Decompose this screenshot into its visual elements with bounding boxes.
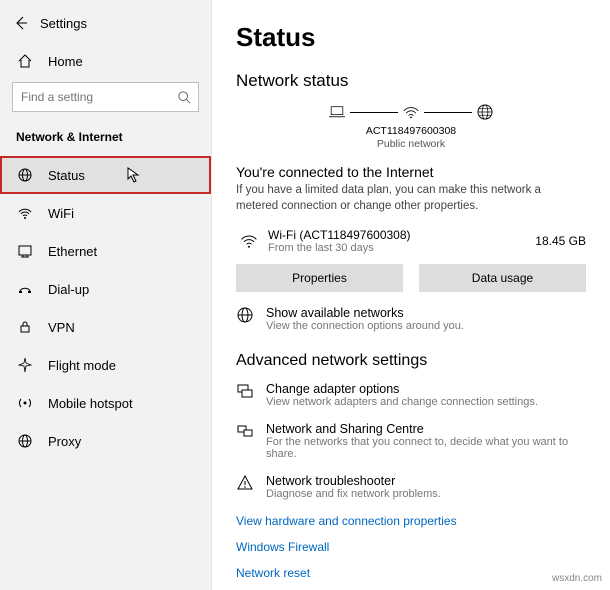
search-wrap	[12, 82, 199, 112]
app-title: Settings	[40, 16, 87, 31]
wifi-icon	[16, 204, 34, 222]
ethernet-icon	[16, 242, 34, 260]
sidebar-item-flightmode[interactable]: Flight mode	[0, 346, 211, 384]
home-label: Home	[48, 54, 83, 69]
sidebar-item-label: Dial-up	[48, 282, 89, 297]
sidebar-item-status[interactable]: Status	[0, 156, 211, 194]
link-hardware-props[interactable]: View hardware and connection properties	[236, 514, 586, 528]
adapter-options-entry[interactable]: Change adapter options View network adap…	[236, 382, 586, 408]
data-usage-button[interactable]: Data usage	[419, 264, 586, 292]
diagram-ssid: ACT118497600308	[236, 125, 586, 138]
laptop-icon	[328, 103, 346, 121]
entry-sub: View the connection options around you.	[266, 320, 464, 332]
sidebar-item-label: WiFi	[48, 206, 74, 221]
home-icon	[16, 52, 34, 70]
connection-row: Wi-Fi (ACT118497600308) From the last 30…	[236, 222, 586, 264]
entry-title: Change adapter options	[266, 382, 538, 396]
arrow-left-icon	[13, 15, 29, 31]
sidebar-item-label: Status	[48, 168, 85, 183]
sharing-icon	[236, 422, 254, 440]
entry-sub: For the networks that you connect to, de…	[266, 436, 586, 460]
wifi-icon	[240, 232, 258, 250]
globe-icon	[16, 166, 34, 184]
dialup-icon	[16, 280, 34, 298]
sidebar-item-dialup[interactable]: Dial-up	[0, 270, 211, 308]
connection-sub: From the last 30 days	[268, 242, 525, 254]
diagram-caption: ACT118497600308 Public network	[236, 125, 586, 150]
hotspot-icon	[16, 394, 34, 412]
link-firewall[interactable]: Windows Firewall	[236, 540, 586, 554]
connected-desc: If you have a limited data plan, you can…	[236, 183, 586, 214]
airplane-icon	[16, 356, 34, 374]
entry-title: Network and Sharing Centre	[266, 422, 586, 436]
sidebar-item-vpn[interactable]: VPN	[0, 308, 211, 346]
network-diagram	[236, 103, 586, 121]
sidebar-item-wifi[interactable]: WiFi	[0, 194, 211, 232]
sidebar-navlist: Status WiFi Ethernet Dial-up	[0, 156, 211, 460]
connected-heading: You're connected to the Internet	[236, 164, 586, 180]
diagram-line	[424, 112, 472, 113]
sidebar-item-hotspot[interactable]: Mobile hotspot	[0, 384, 211, 422]
titlebar: Settings	[0, 10, 211, 44]
entry-sub: Diagnose and fix network problems.	[266, 488, 441, 500]
watermark: wsxdn.com	[552, 573, 602, 584]
sharing-centre-entry[interactable]: Network and Sharing Centre For the netwo…	[236, 422, 586, 460]
show-networks-entry[interactable]: Show available networks View the connect…	[236, 306, 586, 332]
adapter-icon	[236, 382, 254, 400]
sidebar-item-label: VPN	[48, 320, 75, 335]
entry-title: Network troubleshooter	[266, 474, 441, 488]
proxy-icon	[16, 432, 34, 450]
sidebar-home[interactable]: Home	[0, 44, 211, 78]
globe-icon	[476, 103, 494, 121]
connection-name: Wi-Fi (ACT118497600308)	[268, 228, 525, 242]
sidebar-item-label: Flight mode	[48, 358, 116, 373]
connection-text: Wi-Fi (ACT118497600308) From the last 30…	[268, 228, 525, 254]
section-network-status: Network status	[236, 71, 586, 91]
diagram-line	[350, 112, 398, 113]
section-advanced: Advanced network settings	[236, 352, 586, 370]
cursor-icon	[127, 167, 141, 183]
connection-usage: 18.45 GB	[535, 234, 586, 248]
troubleshooter-entry[interactable]: Network troubleshooter Diagnose and fix …	[236, 474, 586, 500]
entry-title: Show available networks	[266, 306, 464, 320]
globe-icon	[236, 306, 254, 324]
page-title: Status	[236, 22, 586, 53]
main-panel: Status Network status ACT118497600308 Pu…	[212, 0, 610, 590]
properties-button[interactable]: Properties	[236, 264, 403, 292]
warning-icon	[236, 474, 254, 492]
sidebar-item-label: Mobile hotspot	[48, 396, 133, 411]
button-row: Properties Data usage	[236, 264, 586, 292]
wifi-icon	[402, 103, 420, 121]
sidebar-item-ethernet[interactable]: Ethernet	[0, 232, 211, 270]
sidebar: Settings Home Network & Internet Status	[0, 0, 212, 590]
vpn-icon	[16, 318, 34, 336]
sidebar-item-proxy[interactable]: Proxy	[0, 422, 211, 460]
diagram-type: Public network	[236, 138, 586, 151]
back-button[interactable]	[12, 14, 30, 32]
sidebar-item-label: Ethernet	[48, 244, 97, 259]
sidebar-item-label: Proxy	[48, 434, 81, 449]
entry-sub: View network adapters and change connect…	[266, 396, 538, 408]
search-input[interactable]	[12, 82, 199, 112]
sidebar-category: Network & Internet	[0, 124, 211, 156]
link-network-reset[interactable]: Network reset	[236, 566, 586, 580]
